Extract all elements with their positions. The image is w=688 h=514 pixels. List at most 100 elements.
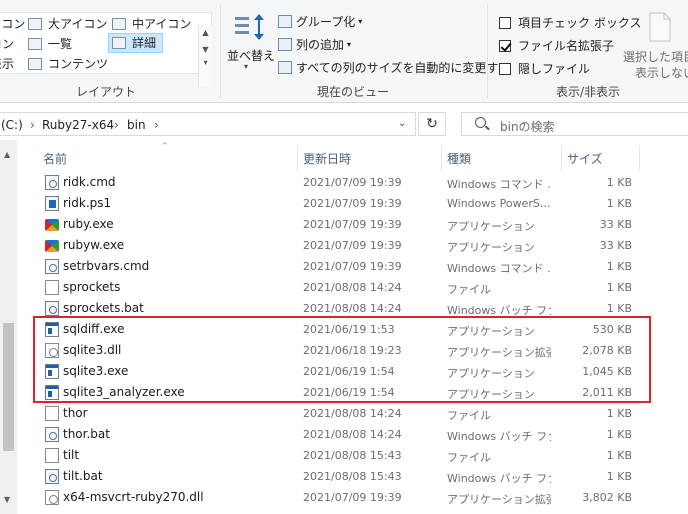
item-checkbox-box[interactable]: [499, 16, 511, 29]
column-header-size[interactable]: サイズ: [567, 150, 603, 167]
hide-selected-button[interactable]: 選択した項目 表示しない: [622, 12, 688, 80]
file-size: 1 KB: [606, 281, 632, 294]
file-row[interactable]: tilt.bat 2021/08/08 15:43 Windows バッチ ファ..…: [33, 466, 688, 487]
group-by-button[interactable]: グループ化 ▾: [278, 13, 362, 30]
search-input[interactable]: binの検索: [461, 112, 688, 136]
file-size: 2,011 KB: [582, 386, 632, 399]
column-divider[interactable]: [441, 146, 442, 170]
file-extension-toggle[interactable]: ファイル名拡張子: [499, 37, 614, 54]
file-name: tilt: [63, 448, 80, 462]
file-row[interactable]: sqlite3_analyzer.exe 2021/06/19 1:54 アプリケー…: [33, 382, 688, 403]
sort-button[interactable]: 並べ替え ▾: [224, 10, 275, 71]
file-size: 1,045 KB: [582, 365, 632, 378]
column-header-name[interactable]: 名前: [43, 150, 67, 167]
file-type: Windows バッチ ファ...: [447, 430, 551, 443]
file-row[interactable]: thor 2021/08/08 14:24 ファイル 1 KB: [33, 403, 688, 424]
file-type: アプリケーション: [447, 388, 535, 401]
breadcrumb-current[interactable]: bin: [127, 118, 146, 132]
file-row[interactable]: setrbvars.cmd 2021/07/09 19:39 Windows コマン…: [33, 256, 688, 277]
scroll-down-icon[interactable]: ▼: [4, 495, 10, 504]
file-name: ridk.cmd: [63, 175, 116, 189]
layout-list[interactable]: 一覧: [28, 34, 72, 54]
file-name: rubyw.exe: [63, 238, 125, 252]
layout-gallery-scroll[interactable]: ▲ ▼ ▾: [198, 25, 212, 87]
layout-small-icons[interactable]: コン: [0, 34, 14, 54]
ruby-icon: [45, 217, 59, 232]
scroll-up-icon[interactable]: ▲: [4, 150, 10, 159]
file-name: thor: [63, 406, 88, 420]
address-bar[interactable]: (C:) › Ruby27-x64 › bin › ⌄: [0, 112, 416, 136]
file-extension-label: ファイル名拡張子: [518, 39, 615, 53]
medium-icons-icon: [112, 18, 126, 30]
file-date: 2021/06/19 1:53: [303, 323, 395, 336]
layout-extra-large-icons[interactable]: アイコン: [0, 14, 25, 34]
hidden-files-checkbox[interactable]: [499, 62, 511, 75]
breadcrumb-folder[interactable]: Ruby27-x64: [42, 118, 114, 132]
file-icon: [45, 280, 59, 295]
file-row[interactable]: ridk.cmd 2021/07/09 19:39 Windows コマンド ...…: [33, 172, 688, 193]
ribbon: アイコン 大アイコン 中アイコン コン 一覧 詳細 表示 コンテンツ ▲ ▼ ▾…: [0, 0, 688, 103]
file-row[interactable]: sprockets.bat 2021/08/08 14:24 Windows バッチ…: [33, 298, 688, 319]
layout-tiles[interactable]: 表示: [0, 54, 14, 74]
file-row[interactable]: sqlite3.exe 2021/06/19 1:54 アプリケーション 1,045 …: [33, 361, 688, 382]
file-row[interactable]: sprockets 2021/08/08 14:24 ファイル 1 KB: [33, 277, 688, 298]
add-column-button[interactable]: 列の追加 ▾: [278, 36, 351, 53]
refresh-button[interactable]: ↻: [418, 112, 446, 136]
scroll-down-icon[interactable]: ▼: [199, 45, 212, 54]
file-size: 1 KB: [606, 260, 632, 273]
column-header-type[interactable]: 種類: [447, 150, 471, 167]
layout-item-label: 表示: [0, 57, 15, 71]
file-row[interactable]: x64-msvcrt-ruby270.dll 2021/07/09 19:39 アプ…: [33, 487, 688, 508]
column-divider[interactable]: [561, 146, 562, 170]
powershell-file-icon: [45, 196, 59, 211]
refresh-icon: ↻: [426, 116, 438, 132]
address-bar-row: (C:) › Ruby27-x64 › bin › ⌄ ↻ binの検索: [0, 108, 688, 140]
address-history-dropdown-icon[interactable]: ⌄: [398, 118, 406, 129]
file-name: ruby.exe: [63, 217, 114, 231]
file-type: アプリケーション: [447, 325, 535, 338]
layout-details[interactable]: 詳細: [108, 33, 164, 53]
resize-columns-label: すべての列のサイズを自動的に変更する: [296, 61, 511, 75]
file-row[interactable]: tilt 2021/08/08 15:43 ファイル 1 KB: [33, 445, 688, 466]
file-row[interactable]: rubyw.exe 2021/07/09 19:39 アプリケーション 33 KB: [33, 235, 688, 256]
breadcrumb-drive[interactable]: (C:): [1, 118, 23, 132]
layout-large-icons[interactable]: 大アイコン: [28, 14, 107, 34]
hide-selected-icon: [649, 12, 671, 42]
file-date: 2021/07/09 19:39: [303, 239, 402, 252]
expand-gallery-icon[interactable]: ▾: [199, 58, 212, 67]
file-date: 2021/08/08 14:24: [303, 428, 402, 441]
file-size: 33 KB: [599, 239, 632, 252]
hidden-files-toggle[interactable]: 隠しファイル: [499, 60, 590, 77]
file-row[interactable]: ridk.ps1 2021/07/09 19:39 Windows PowerS..…: [33, 193, 688, 214]
layout-gallery: アイコン 大アイコン 中アイコン コン 一覧 詳細 表示 コンテンツ ▲ ▼ ▾: [0, 12, 212, 87]
group-by-label: グループ化: [296, 15, 356, 29]
file-row[interactable]: sqldiff.exe 2021/06/19 1:53 アプリケーション 530 KB: [33, 319, 688, 340]
layout-item-label: 一覧: [48, 37, 73, 51]
file-row[interactable]: thor.bat 2021/08/08 14:24 Windows バッチ ファ..…: [33, 424, 688, 445]
exe-icon: [45, 385, 59, 400]
config-file-icon: [45, 175, 59, 190]
breadcrumb-separator-icon[interactable]: ›: [154, 118, 159, 132]
breadcrumb-separator-icon[interactable]: ›: [114, 118, 119, 132]
resize-columns-button[interactable]: すべての列のサイズを自動的に変更する: [278, 59, 510, 76]
file-date: 2021/07/09 19:39: [303, 260, 402, 273]
scrollbar-thumb[interactable]: [3, 323, 14, 451]
file-row[interactable]: ruby.exe 2021/07/09 19:39 アプリケーション 33 KB: [33, 214, 688, 235]
column-divider[interactable]: [297, 146, 298, 170]
hidden-files-label: 隠しファイル: [518, 62, 591, 76]
column-header-date[interactable]: 更新日時: [303, 150, 351, 167]
layout-item-label: コン: [0, 37, 15, 51]
file-type: Windows PowerS...: [447, 197, 551, 210]
item-checkbox-toggle[interactable]: 項目チェック ボックス: [499, 14, 641, 31]
file-name: x64-msvcrt-ruby270.dll: [63, 490, 204, 504]
file-extension-checkbox[interactable]: [499, 39, 511, 52]
vertical-scrollbar[interactable]: ▲ ▼: [0, 140, 17, 514]
scroll-up-icon[interactable]: ▲: [199, 28, 212, 37]
breadcrumb-separator-icon[interactable]: ›: [30, 118, 35, 132]
file-row[interactable]: sqlite3.dll 2021/06/18 19:23 アプリケーション拡張 2,0…: [33, 340, 688, 361]
column-divider[interactable]: [639, 146, 640, 170]
layout-content[interactable]: コンテンツ: [28, 54, 108, 74]
file-name: sqlite3.exe: [63, 364, 129, 378]
layout-medium-icons[interactable]: 中アイコン: [112, 14, 191, 34]
layout-item-label: アイコン: [0, 17, 26, 31]
